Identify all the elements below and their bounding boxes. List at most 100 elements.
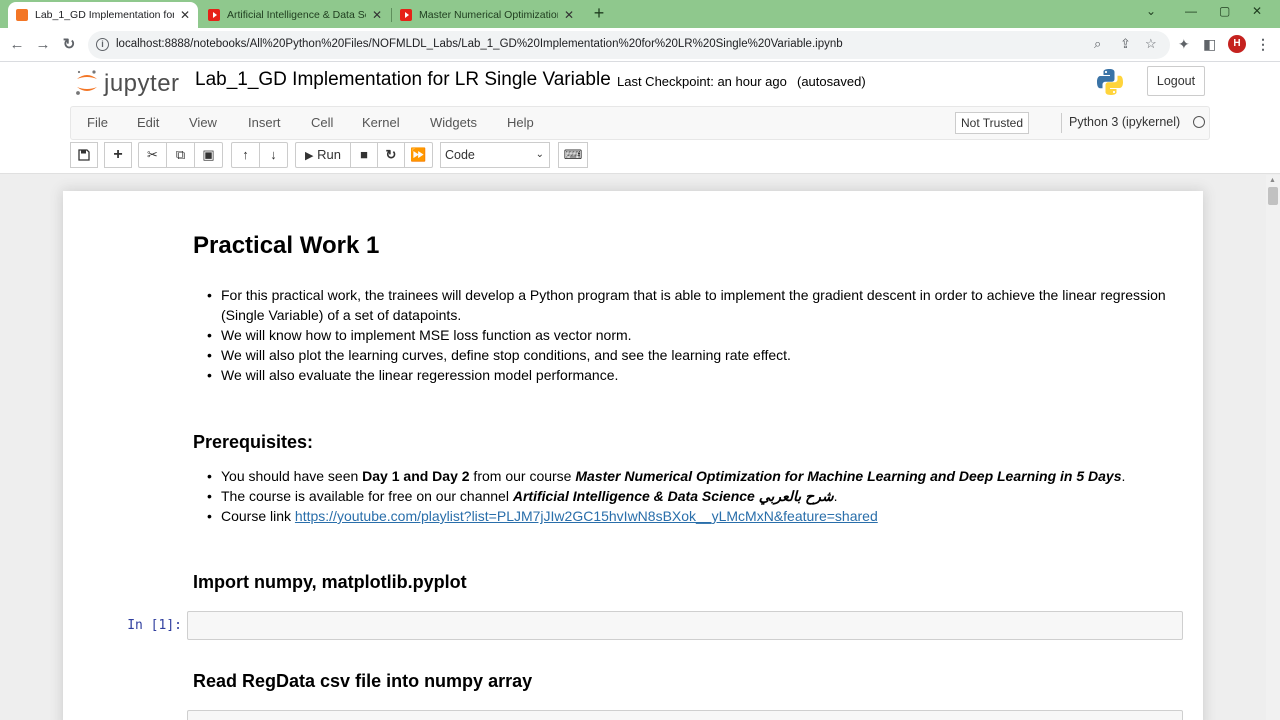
play-icon: ▶: [305, 150, 314, 162]
prereq-days: Day 1 and Day 2: [362, 468, 470, 484]
site-info-icon[interactable]: i: [96, 38, 109, 51]
menu-view[interactable]: View: [189, 115, 217, 130]
menu-help[interactable]: Help: [507, 115, 534, 130]
code-cell-input[interactable]: [187, 710, 1183, 720]
prereq-text: The course is available for free on our …: [221, 488, 513, 504]
menu-insert[interactable]: Insert: [248, 115, 281, 130]
reload-icon[interactable]: ↻: [58, 34, 80, 56]
course-link[interactable]: https://youtube.com/playlist?list=PLJM7j…: [295, 508, 878, 524]
forward-arrow-icon[interactable]: →: [32, 34, 54, 56]
autosave-status: (autosaved): [797, 74, 866, 89]
tab-notebook[interactable]: Lab_1_GD Implementation for LR ✕: [8, 2, 198, 28]
prerequisites-heading: Prerequisites:: [193, 432, 314, 452]
tab-title: Master Numerical Optimization: [419, 9, 558, 21]
run-label: Run: [317, 147, 341, 162]
tab-search-icon[interactable]: ⌄: [1146, 4, 1156, 18]
fast-forward-icon: ⏩: [410, 147, 427, 162]
plus-icon: +: [113, 146, 123, 163]
course-name: Master Numerical Optimization for Machin…: [575, 468, 1122, 484]
jupyter-header: jupyter Lab_1_GD Implementation for LR S…: [0, 62, 1280, 174]
cell-type-value: Code: [445, 148, 475, 162]
logout-button[interactable]: Logout: [1147, 66, 1205, 96]
notebook-toolbar: + ✂ ⧉ ▣ ↑ ↓ ▶ Run ■ ↻ ⏩ Code ⌄ ⌨: [70, 142, 630, 168]
arrow-up-icon: ↑: [242, 147, 249, 162]
tab-title: Artificial Intelligence & Data Scie: [227, 9, 366, 21]
trust-status-button[interactable]: Not Trusted: [955, 112, 1030, 134]
menu-file[interactable]: File: [87, 115, 108, 130]
insert-cell-button[interactable]: +: [104, 142, 132, 168]
code-cell-input[interactable]: [187, 611, 1183, 640]
menu-widgets[interactable]: Widgets: [430, 115, 477, 130]
restart-button[interactable]: ↻: [377, 142, 405, 168]
prereq-text: You should have seen: [221, 468, 363, 484]
list-item: We will also plot the learning curves, d…: [207, 345, 1181, 365]
url-text[interactable]: localhost:8888/notebooks/All%20Python%20…: [116, 38, 843, 50]
zoom-icon[interactable]: ⌕: [1094, 36, 1101, 52]
save-button[interactable]: [70, 142, 98, 168]
paste-icon: ▣: [202, 147, 215, 162]
scrollbar-thumb[interactable]: [1268, 187, 1278, 205]
jupyter-logo[interactable]: jupyter: [74, 68, 184, 100]
move-up-button[interactable]: ↑: [231, 142, 260, 168]
notebook-heading-practical-work: Practical Work 1: [193, 232, 380, 259]
back-arrow-icon[interactable]: ←: [6, 34, 28, 56]
list-item: You should have seen Day 1 and Day 2 fro…: [207, 466, 1181, 486]
divider: [1061, 113, 1062, 133]
copy-button[interactable]: ⧉: [166, 142, 195, 168]
kernel-idle-indicator-icon: [1193, 116, 1205, 128]
menu-kernel[interactable]: Kernel: [362, 115, 400, 130]
restart-run-all-button[interactable]: ⏩: [404, 142, 433, 168]
browser-menu-icon[interactable]: ⋮: [1256, 36, 1270, 53]
tab-youtube-channel[interactable]: Artificial Intelligence & Data Scie ✕: [200, 2, 390, 28]
cut-button[interactable]: ✂: [138, 142, 167, 168]
jupyter-logo-icon: [76, 70, 97, 95]
cell-type-select[interactable]: Code ⌄: [440, 142, 550, 168]
chevron-down-icon: ⌄: [535, 149, 544, 160]
minimize-icon[interactable]: —: [1185, 4, 1197, 18]
tab-youtube-course[interactable]: Master Numerical Optimization ✕: [392, 2, 582, 28]
side-panel-icon[interactable]: ◧: [1203, 36, 1216, 53]
new-tab-button[interactable]: +: [590, 4, 608, 24]
intro-bullet-list: For this practical work, the trainees wi…: [207, 285, 1181, 385]
prereq-text: .: [833, 488, 838, 504]
move-down-button[interactable]: ↓: [259, 142, 288, 168]
vertical-scrollbar[interactable]: ▲: [1266, 175, 1280, 720]
close-window-icon[interactable]: ✕: [1252, 4, 1262, 18]
restart-icon: ↻: [385, 147, 397, 162]
browser-toolbar: ← → ↻ i localhost:8888/notebooks/All%20P…: [0, 28, 1280, 62]
profile-avatar[interactable]: H: [1228, 35, 1246, 53]
close-icon[interactable]: ✕: [180, 8, 190, 22]
python-logo-icon: [1097, 69, 1123, 95]
address-bar[interactable]: i localhost:8888/notebooks/All%20Python%…: [88, 31, 1170, 59]
menu-edit[interactable]: Edit: [137, 115, 159, 130]
maximize-icon[interactable]: ▢: [1219, 4, 1230, 18]
notebook-page: [63, 191, 1203, 720]
share-icon[interactable]: ⇪: [1120, 36, 1131, 52]
keyboard-icon: ⌨: [563, 147, 583, 162]
jupyter-logo-text: jupyter: [104, 70, 180, 97]
youtube-favicon-icon: [400, 9, 412, 21]
bookmark-star-icon[interactable]: ☆: [1145, 36, 1157, 52]
prereq-text: Course link: [221, 508, 295, 524]
run-button[interactable]: ▶ Run: [295, 142, 351, 168]
menu-bar: File Edit View Insert Cell Kernel Widget…: [70, 106, 1210, 140]
interrupt-button[interactable]: ■: [350, 142, 378, 168]
scissors-icon: ✂: [147, 147, 158, 162]
extensions-puzzle-icon[interactable]: ✦: [1178, 36, 1190, 53]
close-icon[interactable]: ✕: [372, 8, 382, 22]
youtube-favicon-icon: [208, 9, 220, 21]
cell-prompt: In [1]:: [127, 618, 182, 633]
kernel-name[interactable]: Python 3 (ipykernel): [1069, 115, 1180, 129]
scroll-up-icon[interactable]: ▲: [1269, 177, 1276, 184]
paste-button[interactable]: ▣: [194, 142, 223, 168]
close-icon[interactable]: ✕: [564, 8, 574, 22]
command-palette-button[interactable]: ⌨: [558, 142, 588, 168]
channel-name: Artificial Intelligence & Data Science ش…: [512, 488, 834, 504]
list-item: We will also evaluate the linear regeres…: [207, 365, 1181, 385]
list-item: Course link https://youtube.com/playlist…: [207, 506, 1181, 526]
prereq-text: .: [1121, 468, 1126, 484]
notebook-title[interactable]: Lab_1_GD Implementation for LR Single Va…: [195, 69, 611, 91]
import-section-heading: Import numpy, matplotlib.pyplot: [193, 572, 467, 592]
read-csv-section-heading: Read RegData csv file into numpy array: [193, 671, 533, 691]
menu-cell[interactable]: Cell: [311, 115, 333, 130]
